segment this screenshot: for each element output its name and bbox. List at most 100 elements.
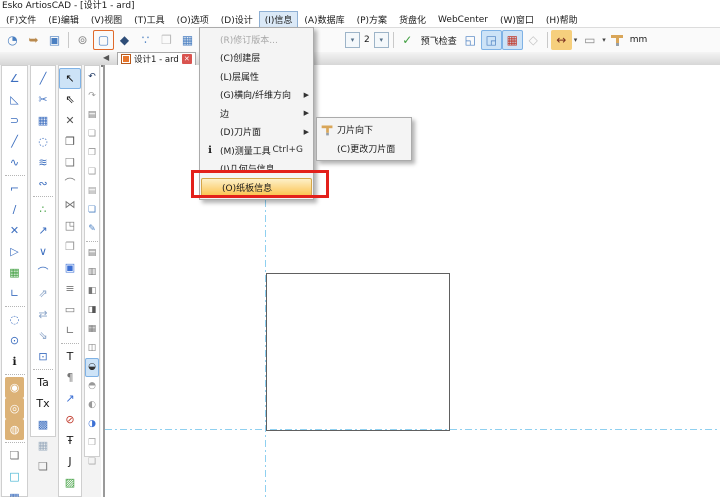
export-3d-icon[interactable]: ❒ [156, 30, 177, 50]
text-block-tool[interactable]: Tx [31, 393, 55, 414]
info-menu-item-2[interactable]: (C)创建层 [200, 49, 313, 68]
polyline-tool[interactable]: ∟ [59, 320, 81, 341]
text-dots-tool[interactable]: Ŧ [59, 430, 81, 451]
radius-tool[interactable]: ⌒ [31, 262, 55, 283]
menubar-item-3[interactable]: (V)视图 [85, 11, 128, 28]
image-add-icon[interactable]: ▤ [85, 244, 100, 263]
fillet-tool[interactable]: ⌒ [59, 173, 81, 194]
step-tool[interactable]: ∟ [2, 283, 27, 304]
panel-table-tool[interactable]: ▦ [2, 262, 27, 283]
fit-view-icon[interactable]: ◇ [523, 30, 544, 50]
pencil-tool[interactable]: ✎ [59, 493, 81, 497]
copy-plus-tool[interactable]: ❐ [59, 236, 81, 257]
image-pair-icon[interactable]: ◫ [85, 339, 100, 358]
rotate-circle-tool[interactable]: ⊙ [2, 330, 27, 351]
preflight-icon[interactable]: ✓ [397, 30, 418, 50]
table-text-tool[interactable]: Ta [31, 372, 55, 393]
dimension-points-tool[interactable]: ∴ [31, 199, 55, 220]
sphere-3d-tool[interactable]: ▣ [59, 257, 81, 278]
image-move-icon[interactable]: ▦ [85, 320, 100, 339]
hole-tool[interactable]: ◉ [5, 377, 25, 398]
protractor-tool[interactable]: ◺ [2, 89, 27, 110]
line-tool[interactable]: ╱ [2, 131, 27, 152]
info-menu-item-4[interactable]: (G)横向/纤维方向▶ [200, 86, 313, 105]
hatch-fill-tool[interactable]: ▨ [59, 472, 81, 493]
copy-dashed-tool[interactable]: ⇄ [31, 304, 55, 325]
hole-flash-tool[interactable]: ◍ [5, 419, 25, 440]
move-box-tool[interactable]: ⊡ [31, 346, 55, 367]
menubar-item-11[interactable]: WebCenter [432, 13, 494, 27]
curve-tool[interactable]: ∿ [2, 152, 27, 173]
info-tool[interactable]: ℹ [2, 351, 27, 372]
tab-scroll-left-icon[interactable]: ◀ [103, 53, 109, 62]
menubar-item-10[interactable]: 货盘化 [393, 11, 432, 28]
duplicate-tool[interactable]: ❑ [59, 152, 81, 173]
menubar-item-8[interactable]: (A)数据库 [298, 11, 350, 28]
blade-submenu-item-2[interactable]: (C)更改刀片面 [317, 139, 411, 158]
table-tool[interactable]: ▦ [31, 110, 55, 131]
corner-square-tool[interactable]: ◳ [59, 215, 81, 236]
monitor-icon[interactable]: ◨ [85, 301, 100, 320]
mark-line-tool[interactable]: ∕ [2, 199, 27, 220]
angle-v-tool[interactable]: ∨ [31, 241, 55, 262]
hatch-grid-tool[interactable]: ▦ [31, 435, 55, 456]
blade-down-icon[interactable] [610, 33, 625, 47]
fill-bucket-icon[interactable]: ◒ [85, 358, 100, 377]
center-circle-tool[interactable]: ◌ [31, 131, 55, 152]
doc-close-icon[interactable]: ❑ [85, 163, 100, 182]
dropdown-caret-icon[interactable]: ▾ [574, 36, 578, 44]
menubar-item-13[interactable]: (H)帮助 [540, 11, 584, 28]
arc-tool[interactable]: ⊃ [2, 110, 27, 131]
overlap-icon[interactable]: ❐ [85, 434, 100, 453]
focus-ellipse-tool[interactable]: ⊘ [59, 409, 81, 430]
menubar-item-5[interactable]: (O)选项 [171, 11, 215, 28]
menubar-item-2[interactable]: (E)编辑 [42, 11, 85, 28]
page-tool[interactable]: ❏ [31, 456, 55, 477]
menubar-item-12[interactable]: (W)窗口 [494, 11, 540, 28]
doc-edit-icon[interactable]: ✎ [85, 220, 100, 239]
design-checks-icon[interactable]: ▦ [502, 30, 523, 50]
mirror-tool[interactable]: ⋈ [59, 194, 81, 215]
paragraph-tool[interactable]: ¶ [59, 367, 81, 388]
scissors-tool[interactable]: ✂ [31, 89, 55, 110]
fill-blue-icon[interactable]: ◑ [85, 415, 100, 434]
menubar-item-1[interactable]: (F)文件 [0, 11, 42, 28]
image-down-icon[interactable]: ◧ [85, 282, 100, 301]
dropdown-caret-icon[interactable]: ▾ [602, 36, 606, 44]
print-copies-icon[interactable]: ▤ [85, 182, 100, 201]
stack-tool[interactable]: ≡ [59, 278, 81, 299]
print-icon[interactable]: ▤ [85, 106, 100, 125]
fill-bucket-2-icon[interactable]: ◓ [85, 377, 100, 396]
info-menu-item-5[interactable]: 边▶ [200, 104, 313, 123]
corner-tool[interactable]: ⌐ [2, 178, 27, 199]
board-outline-icon[interactable]: ▭ [579, 30, 600, 50]
ray-fan-tool[interactable]: ≋ [31, 152, 55, 173]
line2-tool[interactable]: ╱ [31, 68, 55, 89]
design-rectangle[interactable] [266, 273, 450, 431]
info-menu-item-7[interactable]: ℹ(M)测量工具Ctrl+G [200, 141, 313, 160]
doc-remove-icon[interactable]: ❏ [85, 125, 100, 144]
open-design-icon[interactable]: ➥ [23, 30, 44, 50]
doc-add-icon[interactable]: ❐ [85, 144, 100, 163]
select-mode-icon[interactable]: ▢ [93, 30, 114, 50]
text-tool[interactable]: T [59, 346, 81, 367]
resize-arrow-tool[interactable]: ↗ [31, 220, 55, 241]
tab-design1[interactable]: 设计1 - ard ✕ [117, 52, 196, 65]
menubar-item-4[interactable]: (T)工具 [128, 11, 171, 28]
delete-tool[interactable]: ✕ [59, 110, 81, 131]
save-icon[interactable]: ▣ [44, 30, 65, 50]
group-select-tool[interactable]: ⇖ [59, 89, 81, 110]
menubar-item-9[interactable]: (P)方案 [351, 11, 393, 28]
bleed-box-tool[interactable]: □ [2, 466, 27, 487]
rect-tool[interactable]: ▭ [59, 299, 81, 320]
counters-icon[interactable]: ◱ [460, 30, 481, 50]
hole-oval-tool[interactable]: ◎ [5, 398, 25, 419]
cross-tool[interactable]: ✕ [2, 220, 27, 241]
blade-submenu-item-1[interactable]: 刀片向下 [317, 120, 411, 139]
select-tool[interactable]: ↖ [59, 68, 81, 89]
new-design-icon[interactable]: ◔ [2, 30, 23, 50]
shift-dashed-tool[interactable]: ⇘ [31, 325, 55, 346]
italic-text-tool[interactable]: J [59, 451, 81, 472]
chevron-tool[interactable]: ▷ [2, 241, 27, 262]
redo-icon[interactable]: ↷ [85, 87, 100, 106]
